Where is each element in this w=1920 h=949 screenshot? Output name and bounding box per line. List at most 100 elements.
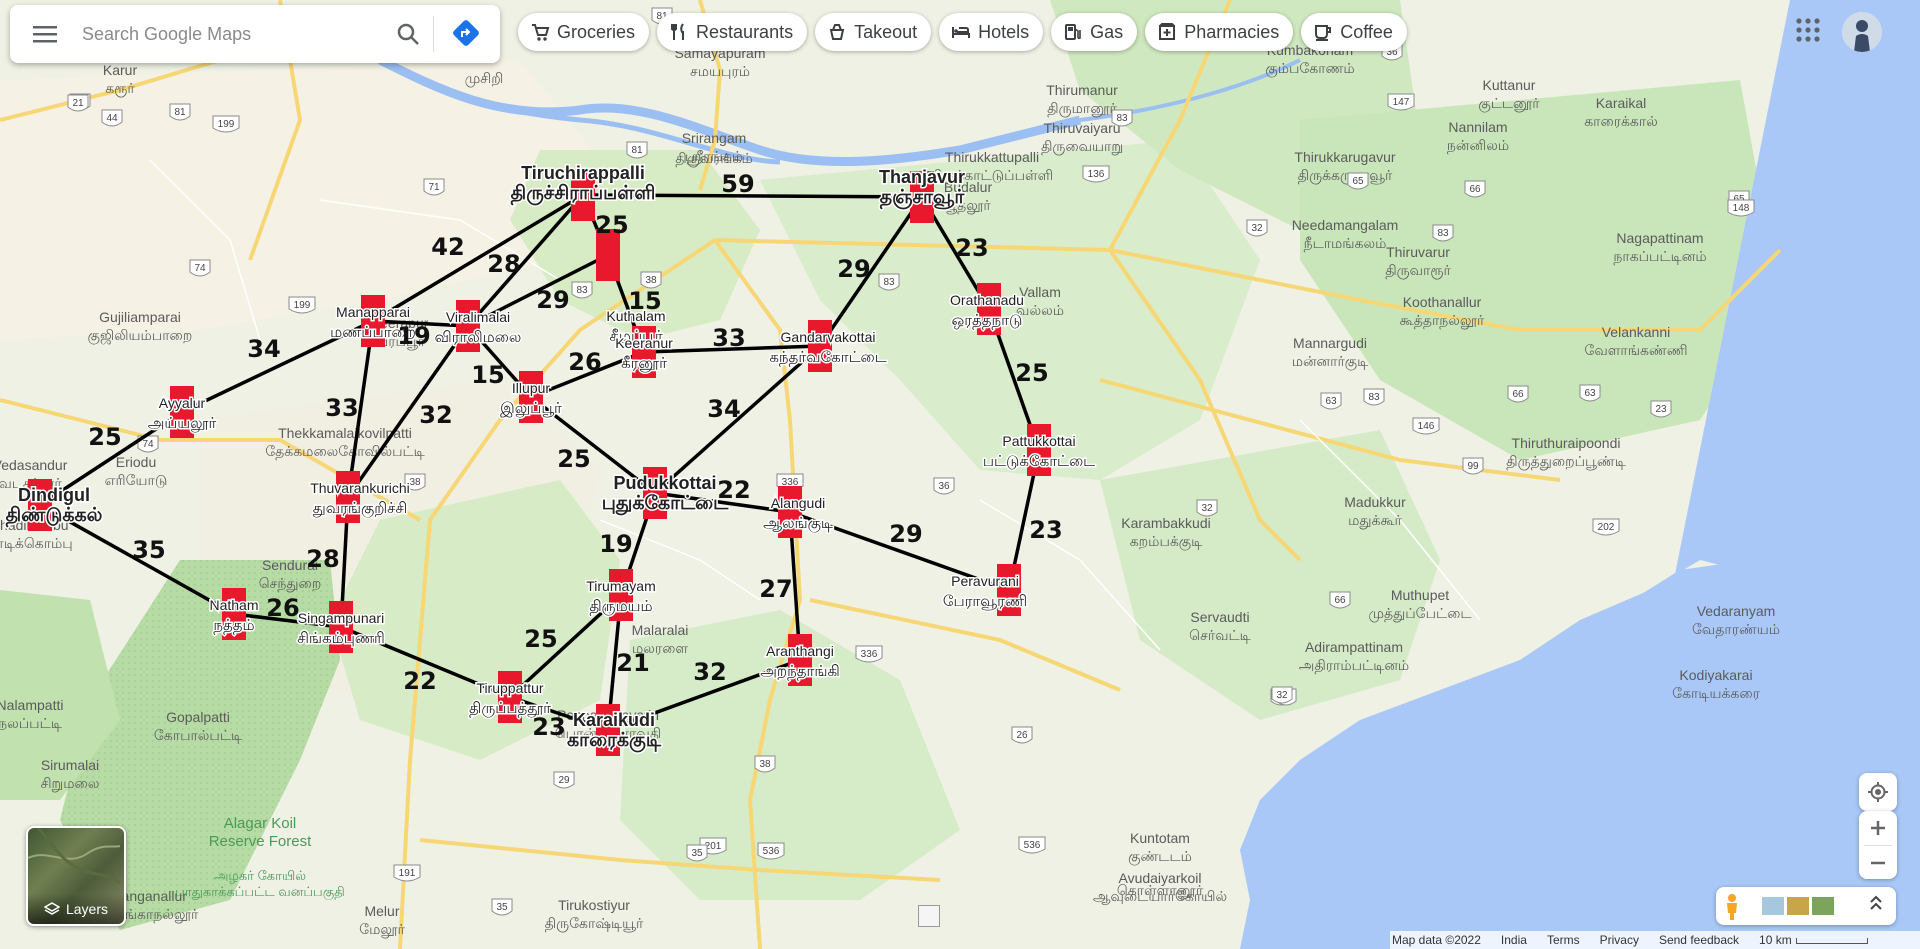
road-shield-icon: 38 bbox=[640, 271, 662, 289]
node-name-en: Alangudi bbox=[771, 495, 826, 511]
place-label: கொள்ளானூர் bbox=[1117, 883, 1204, 899]
edge-weight-label: 35 bbox=[132, 536, 165, 564]
node-name-ta: திருமயம் bbox=[589, 597, 652, 615]
place-name-en: Nannilam bbox=[1448, 119, 1507, 135]
node-name-ta: பேராவூரணி bbox=[943, 592, 1027, 610]
edge-weight-label: 33 bbox=[325, 394, 358, 422]
place-name-en: Malaralai bbox=[632, 622, 689, 638]
place-name-ta: வேளாங்கண்ணி bbox=[1584, 343, 1687, 359]
place-name-ta: தேக்கமலைகோவில்பட்டி bbox=[265, 444, 425, 460]
node-name-ta: புதுக்கோட்டை bbox=[602, 492, 729, 516]
place-name-ta: செர்வட்டி bbox=[1189, 628, 1251, 644]
chip-label: Restaurants bbox=[696, 21, 794, 42]
edge-weight-label: 22 bbox=[403, 667, 436, 695]
zoom-out-button[interactable] bbox=[1870, 846, 1886, 879]
edge-weight-label: 22 bbox=[717, 476, 750, 504]
broken-image-icon bbox=[918, 905, 940, 927]
map-canvas[interactable]: Karurகரூர்முசிறிSamayapuramசமயபுரம்Srira… bbox=[0, 0, 1920, 949]
edge-weight-label: 19 bbox=[397, 322, 430, 350]
search-icon bbox=[397, 23, 419, 45]
road-number: 148 bbox=[1733, 203, 1750, 214]
place-name-ta: தாடிக்கொம்பு bbox=[0, 536, 73, 552]
chip-coffee[interactable]: Coffee bbox=[1301, 13, 1407, 51]
avatar[interactable] bbox=[1842, 12, 1882, 52]
road-shield-icon: 66 bbox=[1329, 591, 1351, 609]
edge-weight-label: 33 bbox=[712, 324, 745, 352]
chip-pharmacies[interactable]: Pharmacies bbox=[1145, 13, 1294, 51]
layers-button[interactable]: Layers bbox=[26, 826, 126, 926]
road-shield-icon: 136 bbox=[1082, 165, 1110, 183]
chevron-up-icon[interactable] bbox=[1870, 895, 1882, 910]
directions-button[interactable] bbox=[434, 5, 500, 63]
pegman-icon[interactable] bbox=[1727, 894, 1737, 920]
road-number: 38 bbox=[409, 477, 421, 488]
imagery-thumb-2[interactable] bbox=[1787, 897, 1809, 915]
place-name-en: Karur bbox=[103, 62, 138, 78]
road-shield-icon: 99 bbox=[1462, 457, 1484, 475]
search-button[interactable] bbox=[383, 5, 433, 63]
node-name-ta: பட்டுக்கோட்டை bbox=[983, 452, 1095, 470]
edge-weight-label: 19 bbox=[599, 530, 632, 558]
place-name-ta: சமயபுரம் bbox=[690, 64, 750, 80]
place-name-ta: திருகோஷ்டியூர் bbox=[545, 916, 644, 932]
road-number: 81 bbox=[174, 107, 186, 118]
road-shield-icon: 536 bbox=[1018, 836, 1046, 854]
place-name-ta: மன்னார்குடி bbox=[1292, 354, 1369, 371]
road-shield-icon: 26 bbox=[1011, 726, 1033, 744]
node-name-en: Viralimalai bbox=[446, 309, 510, 325]
node-name-en: Aranthangi bbox=[766, 643, 834, 659]
road-shield-icon: 32 bbox=[1271, 686, 1293, 704]
place-name-ta: திருவையாறு bbox=[1041, 139, 1123, 155]
road-number: 35 bbox=[496, 902, 508, 913]
place-name-ta: நாகப்பட்டினம் bbox=[1613, 249, 1706, 265]
road-shield-icon: 146 bbox=[1412, 417, 1440, 435]
place-name-ta: நீடாமங்கலம் bbox=[1304, 236, 1387, 252]
chip-takeout[interactable]: Takeout bbox=[815, 13, 932, 51]
privacy-link[interactable]: Privacy bbox=[1600, 933, 1639, 947]
place-name-ta: திருவாரூர் bbox=[1385, 263, 1451, 279]
edge-weight-label: 21 bbox=[616, 649, 649, 677]
node-name-en: Tiruppattur bbox=[476, 680, 544, 696]
road-number: 191 bbox=[399, 868, 416, 879]
place-name-en: Tirukostiyur bbox=[558, 897, 630, 913]
place-name-en: Servaudti bbox=[1190, 609, 1249, 625]
imagery-thumb-3[interactable] bbox=[1812, 897, 1834, 915]
forest-name-1: Alagar Koil bbox=[224, 815, 297, 832]
edge-weight-label: 32 bbox=[693, 658, 726, 686]
node-name-en: Thanjavur bbox=[879, 167, 965, 187]
menu-button[interactable] bbox=[10, 5, 80, 63]
country-link[interactable]: India bbox=[1501, 933, 1527, 947]
chip-hotels[interactable]: Hotels bbox=[939, 13, 1044, 51]
place-name-ta: திருத்துறைப்பூண்டி bbox=[1506, 454, 1626, 470]
node-name-ta: தஞ்சாவூர் bbox=[880, 186, 966, 210]
chip-gas[interactable]: Gas bbox=[1051, 13, 1138, 51]
chip-restaurants[interactable]: Restaurants bbox=[657, 13, 808, 51]
minus-icon bbox=[1871, 861, 1885, 864]
node-name-ta: அய்யலூர் bbox=[148, 414, 217, 433]
my-location-button[interactable] bbox=[1859, 773, 1897, 811]
imagery-thumb-1[interactable] bbox=[1762, 897, 1784, 915]
node-label-thanjavur: Thanjavurதஞ்சாவூர் bbox=[877, 166, 966, 212]
place-name-ta: நலப்பட்டி bbox=[0, 716, 62, 732]
place-name-ta: கோடியக்கரை bbox=[1672, 686, 1761, 702]
node-label-tirumayam: Tirumayam திருமயம் bbox=[585, 577, 658, 617]
road-number: 83 bbox=[1116, 113, 1128, 124]
edge-weight-label: 25 bbox=[557, 445, 590, 473]
road-number: 38 bbox=[645, 275, 657, 286]
node-name-ta: நத்தம் bbox=[213, 616, 254, 634]
road-number: 63 bbox=[1325, 396, 1337, 407]
place-name-en: Thiruvarur bbox=[1386, 244, 1450, 260]
search-input[interactable] bbox=[80, 13, 383, 55]
apps-grid-icon[interactable] bbox=[1794, 16, 1822, 44]
edge-weight-label: 25 bbox=[595, 211, 628, 239]
street-view-strip bbox=[1716, 887, 1896, 925]
scale-bar[interactable]: 10 km bbox=[1759, 933, 1868, 947]
place-label: திருவரங்கம் bbox=[675, 151, 753, 167]
edge-weight-label: 34 bbox=[707, 395, 740, 423]
zoom-in-button[interactable] bbox=[1870, 811, 1886, 845]
chip-groceries[interactable]: Groceries bbox=[518, 13, 650, 51]
road-shield-icon: 199 bbox=[288, 296, 316, 314]
terms-link[interactable]: Terms bbox=[1547, 933, 1580, 947]
send-feedback-link[interactable]: Send feedback bbox=[1659, 933, 1739, 947]
road-number: 35 bbox=[691, 848, 703, 859]
